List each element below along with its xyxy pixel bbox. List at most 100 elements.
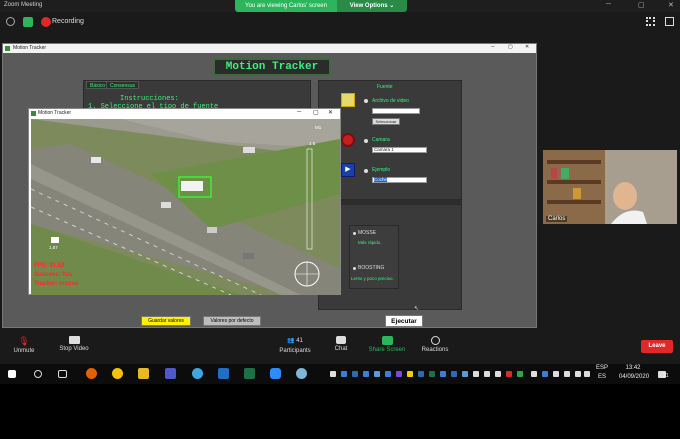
minimize-icon[interactable]: ─	[491, 44, 495, 50]
share-banner: You are viewing Carlos' screen	[235, 0, 337, 12]
hud-bottom-left-label: 1.87	[49, 245, 58, 250]
file-explorer-icon[interactable]	[138, 368, 149, 379]
app-icon[interactable]	[296, 368, 307, 379]
tray-icon[interactable]	[506, 371, 512, 377]
maximize-icon[interactable]: ▢	[508, 44, 513, 50]
reactions-button[interactable]: Reactions	[419, 336, 451, 353]
select-file-button[interactable]: Seleccionar	[372, 118, 400, 125]
tray-icon[interactable]	[553, 371, 559, 377]
chat-label: Chat	[334, 346, 348, 352]
share-screen-button[interactable]: Share Screen	[366, 336, 408, 353]
close-icon[interactable]: ✕	[525, 44, 529, 50]
tab-consensus[interactable]: Consensus	[106, 81, 140, 89]
reactions-icon	[430, 336, 440, 345]
video-window-title: Motion Tracker	[38, 110, 72, 116]
share-screen-icon	[381, 336, 393, 345]
app-icon	[31, 111, 36, 116]
teams-icon[interactable]	[165, 368, 176, 379]
excel-icon[interactable]	[244, 368, 255, 379]
minimize-icon[interactable]: ─	[606, 1, 611, 8]
app-heading: Motion Tracker	[213, 58, 331, 76]
zoom-icon[interactable]	[270, 368, 281, 379]
mosse-radio[interactable]	[353, 232, 356, 235]
participants-button[interactable]: 👥 41 Participants	[275, 336, 315, 354]
participant-video[interactable]: Carlos	[543, 150, 677, 224]
language-indicator[interactable]: ESP ES	[594, 364, 610, 382]
participants-label: Participants	[279, 348, 311, 354]
camera-select[interactable]: Camara 1	[372, 147, 427, 153]
run-button[interactable]: Ejecutar	[385, 315, 423, 327]
windows-start-icon[interactable]	[8, 370, 16, 378]
fullscreen-icon[interactable]	[665, 17, 674, 26]
file-radio[interactable]	[364, 99, 368, 103]
clock[interactable]: 13:42 04/09/2020	[619, 364, 650, 382]
view-options-button[interactable]: View Options ⌄	[337, 0, 407, 12]
gallery-view-icon[interactable]	[646, 17, 655, 26]
app-icon[interactable]	[192, 368, 203, 379]
tray-icon[interactable]	[341, 371, 347, 377]
task-view-icon[interactable]	[58, 370, 67, 378]
tray-icon[interactable]	[374, 371, 380, 377]
tray-icon[interactable]	[418, 371, 424, 377]
firefox-icon[interactable]	[86, 368, 97, 379]
camera-select-value: Camara 1	[374, 147, 394, 152]
info-icon[interactable]	[6, 17, 15, 26]
video-window: Motion Tracker ─ ▢ ✕ 1.5 M1 1.87 FPS: 31…	[28, 108, 341, 295]
tracker-overlay: Tracker: mosse	[34, 281, 79, 287]
search-icon[interactable]	[34, 370, 42, 378]
mouse-cursor-icon: ↖	[414, 306, 420, 312]
participant-name: Carlos	[546, 216, 568, 222]
clock-date: 04/09/2020	[619, 374, 650, 380]
maximize-icon[interactable]: ▢	[313, 109, 319, 116]
tray-icon[interactable]	[429, 371, 435, 377]
tray-icon[interactable]	[385, 371, 391, 377]
tray-icon[interactable]	[363, 371, 369, 377]
close-icon[interactable]: ✕	[668, 1, 674, 9]
unmute-button[interactable]: 🎙 Unmute	[10, 336, 38, 354]
battery-icon[interactable]	[584, 371, 590, 377]
default-values-button[interactable]: Valores por defecto	[203, 316, 261, 326]
security-shield-icon[interactable]	[23, 17, 33, 27]
stop-video-button[interactable]: Stop Video	[54, 336, 94, 352]
leave-button[interactable]: Leave	[641, 340, 673, 353]
outlook-icon[interactable]	[218, 368, 229, 379]
play-icon: ▶	[341, 163, 355, 177]
mosse-desc: Más rápido.	[358, 240, 382, 245]
file-option-label: Archivo de video	[372, 98, 409, 104]
tray-icon[interactable]	[407, 371, 413, 377]
boosting-label: BOOSTING	[358, 265, 385, 271]
boosting-radio[interactable]	[353, 267, 356, 270]
example-radio[interactable]	[364, 169, 368, 173]
maximize-icon[interactable]: ▢	[638, 1, 645, 9]
tray-icon[interactable]	[462, 371, 468, 377]
muted-mic-icon: 🎙	[18, 336, 30, 346]
recording-label: Recording	[52, 18, 84, 25]
camera-radio[interactable]	[364, 139, 368, 143]
close-icon[interactable]: ✕	[328, 109, 333, 116]
tray-icon[interactable]	[542, 371, 548, 377]
chrome-icon[interactable]	[112, 368, 123, 379]
reactions-label: Reactions	[421, 347, 449, 353]
minimize-icon[interactable]: ─	[297, 109, 301, 115]
file-path-input[interactable]	[372, 108, 420, 114]
tray-icon[interactable]	[330, 371, 336, 377]
bluetooth-icon[interactable]	[531, 371, 537, 377]
tray-icon[interactable]	[484, 371, 490, 377]
tray-icon[interactable]	[495, 371, 501, 377]
save-values-button[interactable]: Guardar valores	[141, 316, 191, 326]
success-overlay: Success: Yes	[34, 272, 73, 278]
wifi-icon[interactable]	[564, 371, 570, 377]
chat-button[interactable]: Chat	[330, 336, 352, 352]
example-select[interactable]: Coche	[372, 177, 427, 183]
clock-time: 13:42	[625, 365, 641, 371]
tray-icon[interactable]	[396, 371, 402, 377]
mosse-label: MOSSE	[358, 230, 377, 236]
tray-icon[interactable]	[352, 371, 358, 377]
tray-icon[interactable]	[451, 371, 457, 377]
volume-icon[interactable]	[575, 371, 581, 377]
tray-icon[interactable]	[473, 371, 479, 377]
camera-icon	[341, 133, 355, 147]
tray-icon[interactable]	[440, 371, 446, 377]
recording-icon	[41, 17, 51, 27]
tray-icon[interactable]	[517, 371, 523, 377]
